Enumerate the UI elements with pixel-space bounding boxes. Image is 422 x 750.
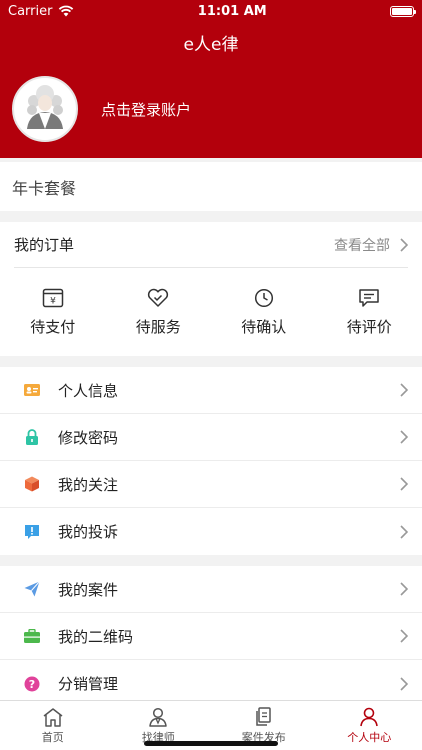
chevron-right-icon	[400, 383, 408, 397]
menu-item-my-qrcode[interactable]: 我的二维码	[0, 613, 422, 660]
orders-card: 我的订单 查看全部 ¥ 待支付 待服务 待确认 待评价	[0, 222, 422, 356]
chevron-right-icon	[400, 524, 408, 539]
case-menu: 我的案件 我的二维码 ? 分销管理	[0, 566, 422, 706]
lock-icon	[24, 429, 40, 445]
header: Carrier 11:01 AM e人e律 点击登录账户	[0, 0, 422, 158]
clock-icon	[254, 288, 273, 307]
annual-card-label: 年卡套餐	[12, 178, 77, 198]
orders-title: 我的订单	[14, 236, 75, 254]
tab-label: 个人中心	[347, 730, 392, 744]
menu-item-label: 我的二维码	[58, 627, 134, 646]
order-status-pending-confirm[interactable]: 待确认	[211, 268, 317, 356]
order-status-label: 待评价	[346, 317, 392, 336]
document-icon	[256, 706, 271, 726]
menu-item-my-follows[interactable]: 我的关注	[0, 461, 422, 508]
menu-item-my-cases[interactable]: 我的案件	[0, 566, 422, 613]
order-status-label: 待确认	[241, 317, 287, 336]
settings-menu: 个人信息 修改密码 我的关注 我的投诉	[0, 367, 422, 555]
orders-header: 我的订单 查看全部	[14, 222, 408, 268]
page-title: e人e律	[183, 35, 239, 55]
view-all-label: 查看全部	[334, 237, 390, 254]
chevron-right-icon	[400, 629, 408, 643]
chevron-right-icon	[400, 477, 408, 491]
paper-plane-icon	[24, 581, 40, 597]
svg-text:?: ?	[29, 678, 35, 691]
menu-item-label: 修改密码	[58, 428, 119, 447]
briefcase-icon	[24, 628, 40, 644]
clock-time: 11:01 AM	[197, 3, 267, 19]
tab-home[interactable]: 首页	[0, 701, 106, 750]
menu-item-label: 分销管理	[58, 675, 119, 693]
menu-item-label: 我的关注	[58, 475, 119, 494]
wifi-icon	[59, 5, 74, 17]
chevron-right-icon	[400, 676, 408, 691]
yuan-wallet-icon: ¥	[42, 288, 63, 307]
home-icon	[43, 707, 63, 727]
chevron-right-icon	[400, 237, 408, 252]
chevron-right-icon	[400, 430, 408, 444]
annual-card-row[interactable]: 年卡套餐	[0, 162, 422, 211]
menu-item-my-complaints[interactable]: 我的投诉	[0, 508, 422, 555]
tab-personal-center[interactable]: 个人中心	[317, 701, 422, 750]
order-status-label: 待支付	[30, 317, 76, 336]
menu-item-label: 我的投诉	[58, 523, 119, 541]
battery-icon	[390, 5, 416, 17]
menu-item-label: 我的案件	[58, 580, 119, 599]
tab-label: 首页	[41, 730, 64, 744]
carrier-label: Carrier	[8, 3, 53, 19]
login-prompt[interactable]: 点击登录账户	[101, 99, 191, 120]
id-card-icon	[24, 382, 40, 398]
profile-login[interactable]: 点击登录账户	[12, 76, 191, 142]
chevron-right-icon	[400, 582, 408, 596]
person-icon	[360, 707, 379, 726]
view-all-link[interactable]: 查看全部	[334, 235, 408, 255]
order-status-label: 待服务	[135, 317, 181, 336]
home-indicator	[144, 741, 278, 746]
order-status-pending-review[interactable]: 待评价	[317, 268, 422, 356]
status-bar: Carrier 11:01 AM	[0, 0, 422, 22]
alert-bubble-icon	[24, 524, 40, 540]
svg-text:¥: ¥	[50, 296, 56, 306]
order-status-pending-payment[interactable]: ¥ 待支付	[0, 268, 106, 356]
question-circle-icon: ?	[24, 676, 40, 692]
comment-icon	[359, 288, 379, 307]
menu-item-label: 个人信息	[58, 381, 119, 400]
order-status-pending-service[interactable]: 待服务	[106, 268, 212, 356]
heart-check-icon	[148, 288, 169, 307]
menu-item-change-password[interactable]: 修改密码	[0, 414, 422, 461]
menu-item-personal-info[interactable]: 个人信息	[0, 367, 422, 414]
cube-icon	[24, 476, 40, 492]
judge-avatar-icon	[15, 79, 75, 139]
avatar[interactable]	[12, 76, 78, 142]
lawyer-icon	[149, 707, 167, 727]
